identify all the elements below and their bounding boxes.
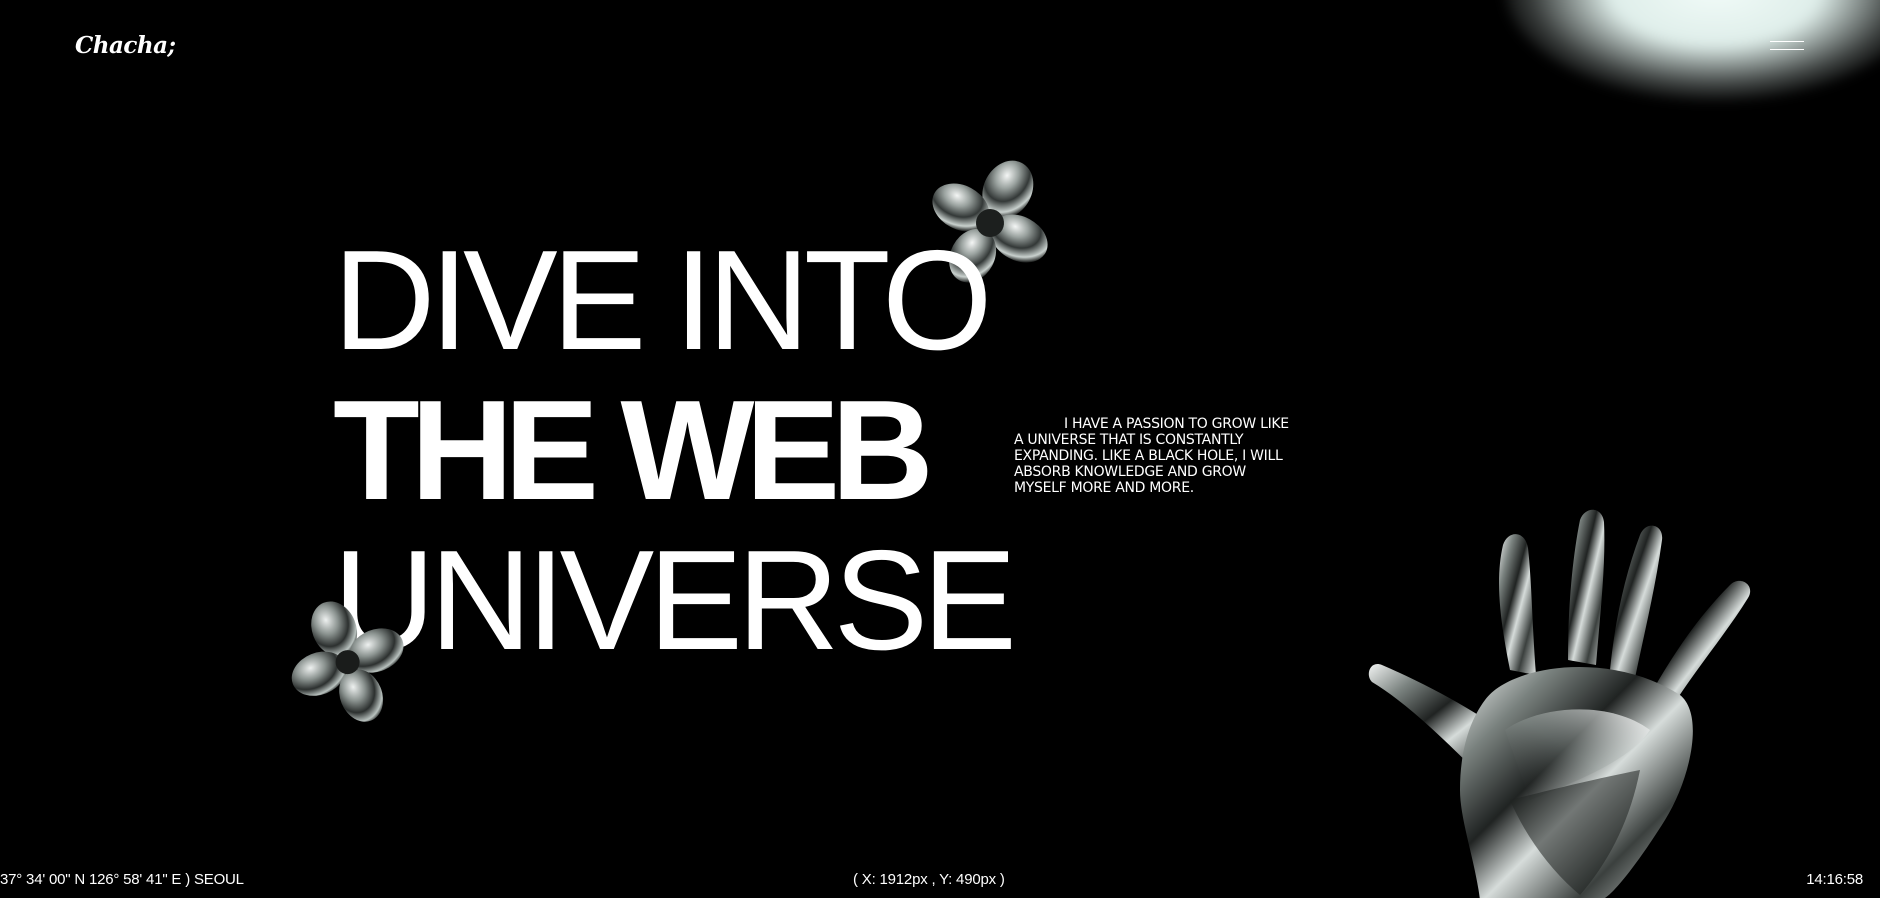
light-glow xyxy=(1505,0,1880,100)
hero-headline: DIVE INTO THE WEB UNIVERSE xyxy=(333,221,1017,680)
headline-line-3: UNIVERSE xyxy=(333,521,1017,680)
site-logo[interactable]: Chacha; xyxy=(75,32,176,59)
clover-icon xyxy=(291,601,404,722)
intro-paragraph: I HAVE A PASSION TO GROW LIKE A UNIVERSE… xyxy=(1014,416,1289,496)
cursor-position: ( X: 1912px , Y: 490px ) xyxy=(853,871,1005,888)
headline-line-2: THE WEB xyxy=(333,371,934,530)
page: Chacha; DIVE INTO THE WEB UNIVERSE I HAV… xyxy=(0,0,1880,898)
clock-time: 14:16:58 xyxy=(1806,871,1863,888)
chrome-hand-icon xyxy=(1368,509,1751,898)
menu-button[interactable] xyxy=(1770,37,1804,55)
location-coordinates: 37° 34' 00" N 126° 58' 41" E ) SEOUL xyxy=(0,871,244,888)
headline-line-1: DIVE INTO xyxy=(333,221,993,380)
